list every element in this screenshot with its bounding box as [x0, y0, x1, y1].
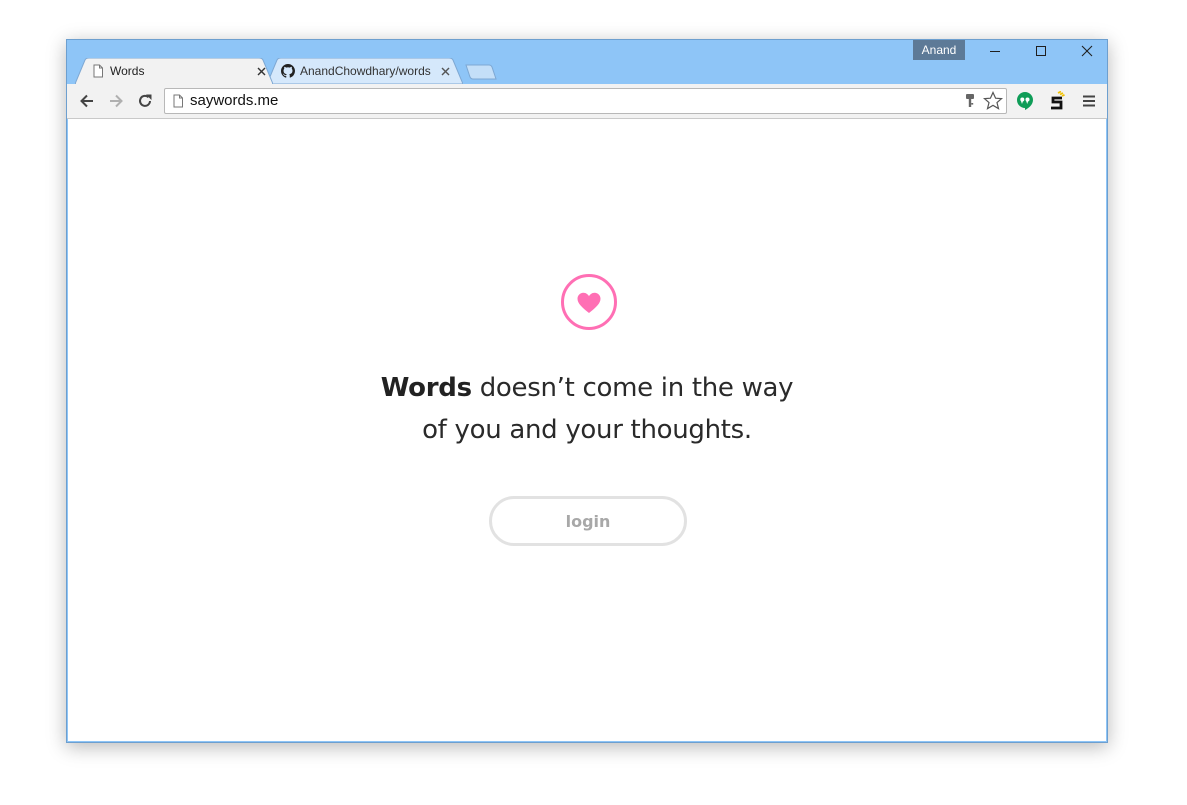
s-extension-icon: [1051, 91, 1065, 110]
tab-words[interactable]: Words: [75, 58, 273, 84]
minimize-button[interactable]: [972, 40, 1018, 62]
key-icon[interactable]: [965, 93, 975, 109]
reload-icon: [139, 94, 152, 107]
close-icon: [1081, 45, 1093, 57]
tab-close-button[interactable]: [437, 63, 453, 79]
heart-icon: [561, 274, 617, 330]
menu-icon: [1083, 95, 1095, 107]
tagline: Words doesn’t come in the way of you and…: [287, 367, 887, 451]
close-icon: [441, 67, 449, 75]
browser-window: Anand AnandChowdhary/words Words sayword…: [66, 39, 1108, 743]
tagline-line-1: Words doesn’t come in the way: [287, 367, 887, 409]
new-tab-button[interactable]: [465, 64, 497, 80]
forward-button[interactable]: [104, 89, 128, 113]
chrome-menu-button[interactable]: [1078, 90, 1100, 112]
address-bar[interactable]: [164, 88, 1007, 114]
tab-close-button[interactable]: [253, 63, 269, 79]
maximize-button[interactable]: [1018, 40, 1064, 62]
profile-badge[interactable]: Anand: [913, 40, 965, 60]
close-window-button[interactable]: [1064, 40, 1110, 62]
reload-button[interactable]: [133, 89, 157, 113]
login-button[interactable]: login: [489, 496, 687, 546]
page-icon: [173, 94, 183, 108]
back-icon: [80, 94, 93, 108]
forward-icon: [110, 94, 123, 108]
url-input[interactable]: [190, 89, 930, 113]
tab-title: AnandChowdhary/words: [300, 64, 431, 78]
browser-toolbar: [67, 84, 1107, 119]
s-extension-button[interactable]: [1046, 90, 1068, 112]
tagline-line-1-text: doesn’t come in the way: [471, 373, 794, 403]
back-button[interactable]: [75, 89, 99, 113]
close-icon: [257, 67, 265, 75]
hangouts-extension-button[interactable]: [1014, 90, 1036, 112]
page-icon: [93, 64, 103, 78]
tab-github[interactable]: AnandChowdhary/words: [267, 58, 463, 84]
hangouts-icon: [1017, 92, 1033, 110]
tagline-line-2: of you and your thoughts.: [422, 415, 752, 445]
brand-name: Words: [380, 373, 472, 403]
minimize-icon: [990, 51, 1000, 52]
github-icon: [281, 64, 295, 78]
tab-title: Words: [110, 64, 145, 78]
maximize-icon: [1036, 46, 1046, 56]
page-viewport: Words doesn’t come in the way of you and…: [68, 119, 1106, 741]
star-icon[interactable]: [983, 91, 1003, 111]
